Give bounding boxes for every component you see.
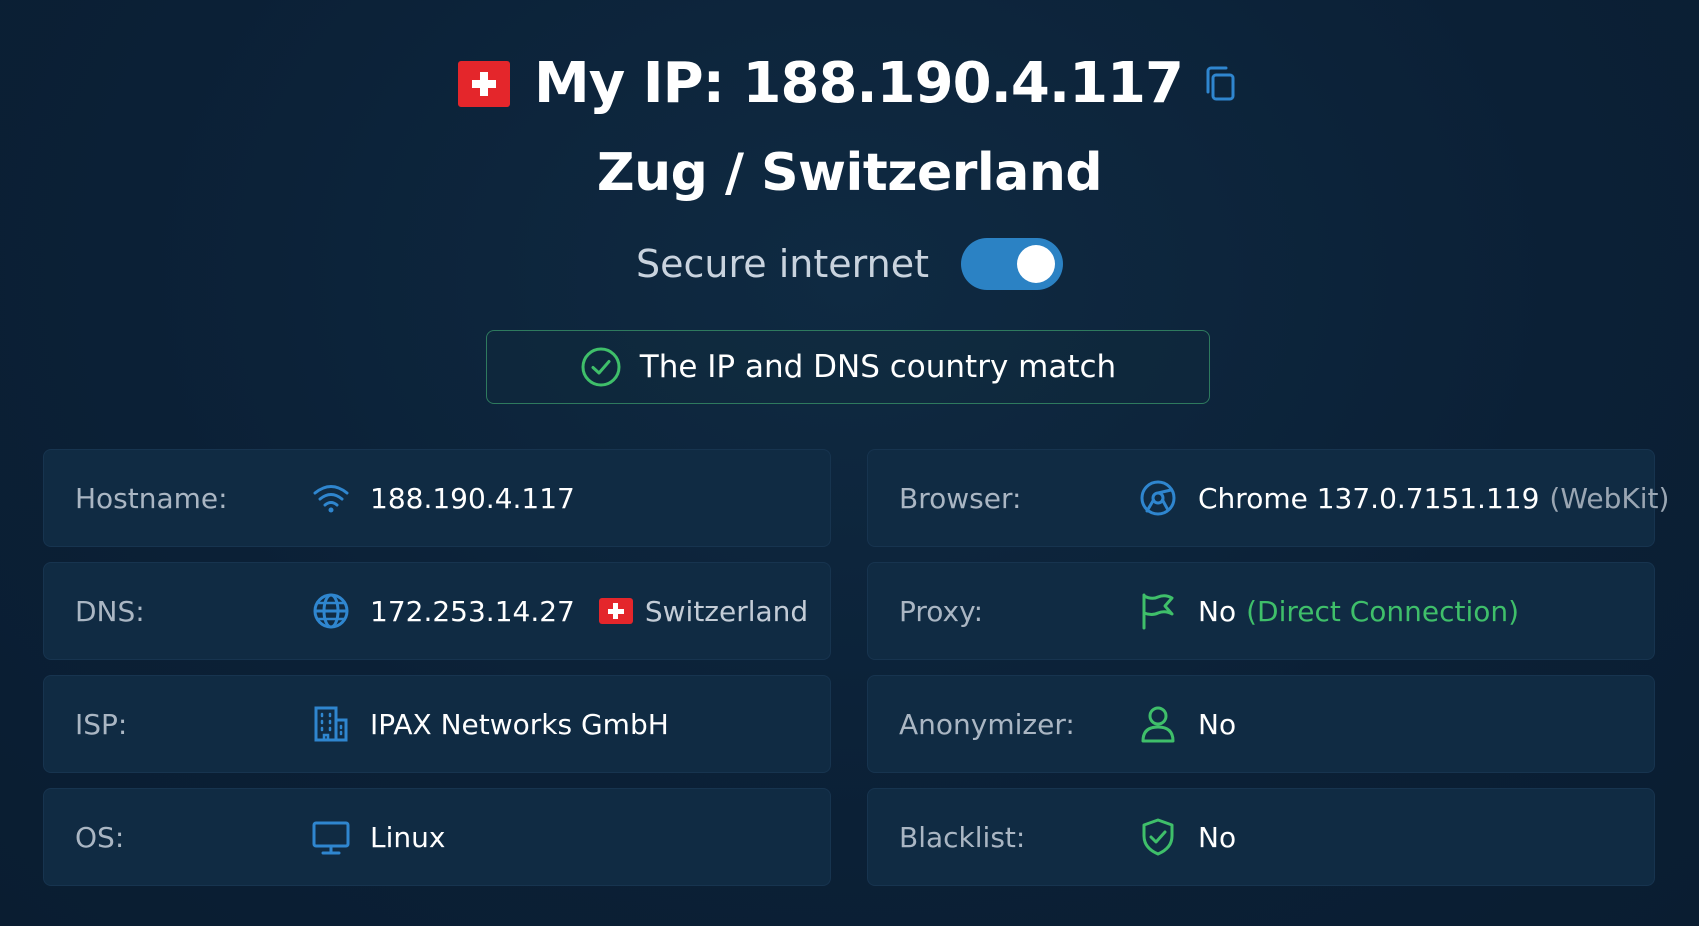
os-value: Linux (370, 820, 446, 854)
dns-country-name: Switzerland (644, 594, 809, 628)
location-text: Zug / Switzerland (596, 143, 1103, 203)
country-match-text: The IP and DNS country match (639, 349, 1117, 385)
shield-check-icon (1138, 817, 1178, 857)
secure-internet-row: Secure internet (0, 236, 1699, 292)
check-circle-icon (581, 347, 621, 387)
building-icon (311, 704, 351, 744)
ip-check-page: My IP: 188.190.4.117 Zug / Switzerland S… (0, 0, 1699, 926)
dns-card: DNS: 172.253.14.27 Switzerland (43, 562, 831, 660)
hostname-value: 188.190.4.117 (370, 481, 575, 515)
proxy-card: Proxy: No (Direct Connection) (867, 562, 1655, 660)
switzerland-flag-icon (458, 61, 511, 107)
toggle-knob (1016, 245, 1055, 283)
user-icon (1138, 704, 1178, 744)
browser-value: Chrome 137.0.7151.119 (WebKit) (1198, 482, 1669, 515)
isp-label: ISP: (75, 707, 128, 741)
switzerland-flag-icon (598, 598, 633, 624)
blacklist-value: No (1198, 820, 1237, 854)
os-label: OS: (75, 820, 125, 854)
wifi-icon (311, 478, 351, 518)
dns-ip: 172.253.14.27 (370, 594, 575, 628)
proxy-label: Proxy: (899, 594, 984, 628)
monitor-icon (311, 817, 351, 857)
proxy-detail: (Direct Connection) (1246, 594, 1520, 628)
browser-card: Browser: Chrome 137.0.7151.119 (WebKit) (867, 449, 1669, 547)
dns-label: DNS: (75, 594, 145, 628)
os-card: OS: Linux (43, 788, 831, 886)
hostname-label: Hostname: (75, 481, 228, 515)
anonymizer-card: Anonymizer: No (867, 675, 1655, 773)
copy-icon[interactable] (1201, 62, 1241, 106)
browser-icon (1138, 478, 1178, 518)
anonymizer-label: Anonymizer: (899, 707, 1075, 741)
blacklist-card: Blacklist: No (867, 788, 1655, 886)
isp-value: IPAX Networks GmbH (370, 707, 669, 741)
country-match-banner: The IP and DNS country match (486, 330, 1210, 404)
secure-internet-toggle[interactable] (960, 238, 1063, 290)
browser-label: Browser: (899, 481, 1022, 515)
dns-value: 172.253.14.27 Switzerland (370, 595, 808, 628)
info-grid: Hostname: 188.190.4.117 Browser: Chrome … (43, 449, 1669, 886)
secure-internet-label: Secure internet (636, 242, 929, 286)
globe-icon (311, 591, 351, 631)
flag-icon (1138, 591, 1178, 631)
ip-header: My IP: 188.190.4.117 (0, 48, 1699, 120)
hostname-card: Hostname: 188.190.4.117 (43, 449, 831, 547)
browser-version: Chrome 137.0.7151.119 (1198, 481, 1540, 515)
page-title: My IP: 188.190.4.117 (534, 51, 1184, 116)
dns-country: Switzerland (598, 594, 809, 628)
anonymizer-value: No (1198, 707, 1237, 741)
proxy-status: No (1198, 594, 1237, 628)
isp-card: ISP: IPAX Networks GmbH (43, 675, 831, 773)
blacklist-label: Blacklist: (899, 820, 1026, 854)
proxy-value: No (Direct Connection) (1198, 595, 1519, 628)
browser-engine: (WebKit) (1549, 481, 1670, 515)
